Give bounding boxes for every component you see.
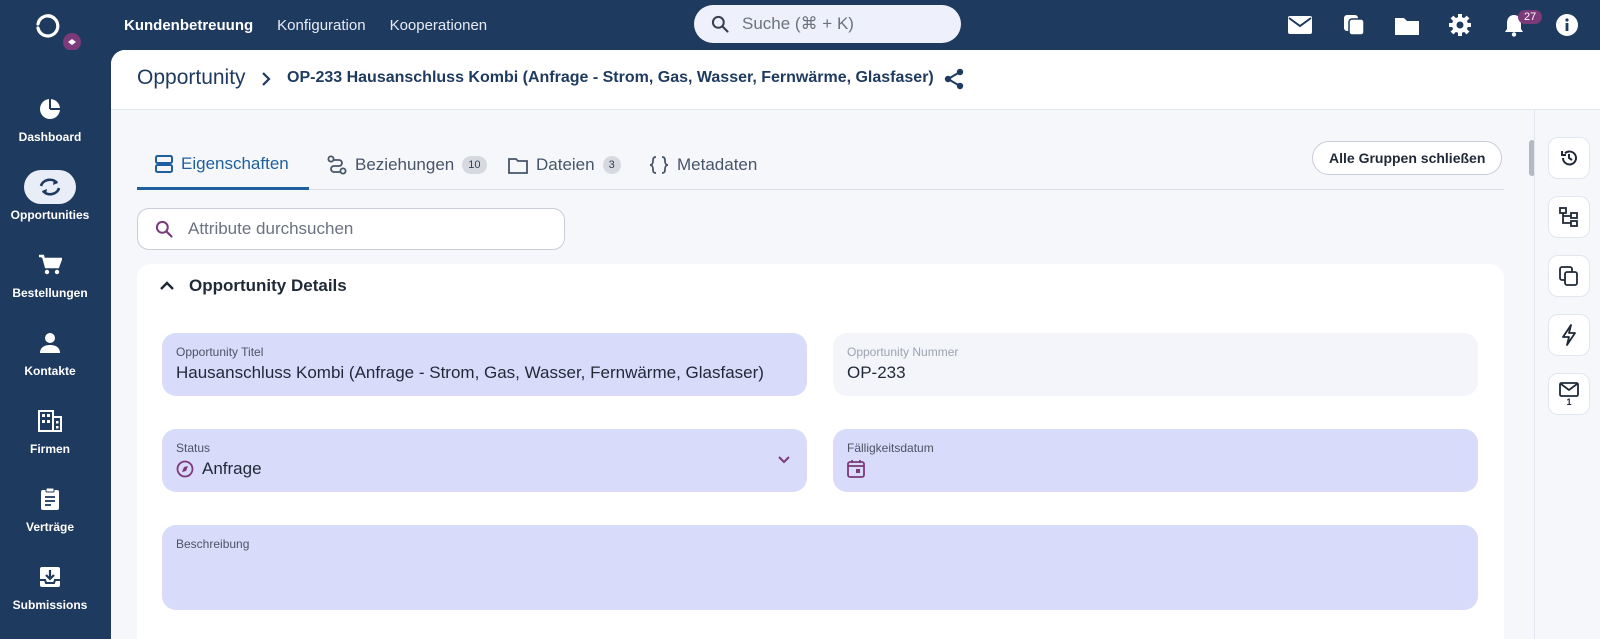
field-label: Opportunity Titel bbox=[176, 345, 264, 359]
group-header[interactable]: Opportunity Details bbox=[159, 276, 347, 296]
left-sidebar: Dashboard Opportunities Bestellungen Kon… bbox=[0, 50, 111, 639]
sidebar-label-bestellungen: Bestellungen bbox=[12, 286, 88, 300]
sync-icon bbox=[39, 178, 61, 196]
field-value-row bbox=[847, 459, 1464, 478]
tab-label-beziehungen: Beziehungen bbox=[355, 155, 455, 174]
copy-icon[interactable] bbox=[1341, 12, 1367, 38]
content-area: Eigenschaften Beziehungen 10 Dateien 3 M… bbox=[111, 110, 1534, 639]
field-value: Hausanschluss Kombi (Anfrage - Strom, Ga… bbox=[176, 363, 764, 382]
compass-icon bbox=[176, 460, 194, 478]
field-value-row: Anfrage bbox=[176, 459, 793, 479]
sidebar-item-kontakte[interactable]: Kontakte bbox=[0, 326, 100, 378]
sidebar-label-kontakte: Kontakte bbox=[24, 364, 76, 378]
messages-button[interactable]: 1 bbox=[1548, 373, 1590, 415]
top-bar: Kundenbetreuung Konfiguration Kooperatio… bbox=[0, 0, 1600, 51]
mail-icon bbox=[1559, 381, 1579, 397]
opportunity-title-field[interactable]: Opportunity Titel Hausanschluss Kombi (A… bbox=[162, 333, 807, 396]
right-rail: 1 bbox=[1534, 110, 1600, 639]
tab-count-beziehungen: 10 bbox=[462, 156, 487, 174]
notification-count-badge: 27 bbox=[1518, 10, 1543, 24]
breadcrumb: Opportunity OP-233 Hausanschluss Kombi (… bbox=[111, 50, 1600, 110]
sidebar-item-submissions[interactable]: Submissions bbox=[0, 560, 100, 612]
folder-outline-icon bbox=[508, 158, 528, 174]
sidebar-item-dashboard[interactable]: Dashboard bbox=[0, 92, 100, 144]
search-icon bbox=[711, 15, 729, 33]
share-icon[interactable] bbox=[943, 68, 965, 90]
close-all-groups-button[interactable]: Alle Gruppen schließen bbox=[1312, 141, 1503, 175]
copy-icon bbox=[1559, 266, 1578, 286]
global-search-placeholder: Suche (⌘ + K) bbox=[742, 14, 854, 33]
pie-chart-icon bbox=[40, 99, 60, 119]
page-title: OP-233 Hausanschluss Kombi (Anfrage - St… bbox=[287, 69, 934, 86]
search-icon bbox=[155, 220, 173, 238]
field-label: Fälligkeitsdatum bbox=[847, 441, 934, 455]
tab-metadaten[interactable]: Metadaten bbox=[649, 140, 757, 190]
inbox-download-icon bbox=[40, 567, 60, 587]
top-navigation: Kundenbetreuung Konfiguration Kooperatio… bbox=[124, 0, 487, 50]
topnav-item-kundenbetreuung[interactable]: Kundenbetreuung bbox=[124, 17, 253, 34]
chevron-right-icon bbox=[262, 72, 271, 86]
group-title: Opportunity Details bbox=[189, 276, 347, 295]
lightning-icon bbox=[1562, 324, 1576, 346]
hierarchy-button[interactable] bbox=[1548, 196, 1590, 238]
field-label: Opportunity Nummer bbox=[847, 345, 959, 359]
tab-label-dateien: Dateien bbox=[536, 155, 595, 174]
logo-icon bbox=[36, 14, 81, 51]
app-logo[interactable] bbox=[34, 12, 82, 54]
opportunity-number-field: Opportunity Nummer OP-233 bbox=[833, 333, 1478, 396]
sidebar-item-bestellungen[interactable]: Bestellungen bbox=[0, 248, 100, 300]
info-icon[interactable] bbox=[1554, 12, 1580, 38]
person-icon bbox=[40, 333, 60, 353]
group-card-opportunity-details: Opportunity Details Opportunity Titel Ha… bbox=[137, 264, 1504, 639]
field-value: OP-233 bbox=[847, 363, 906, 382]
description-field[interactable]: Beschreibung bbox=[162, 525, 1478, 610]
tab-label-metadaten: Metadaten bbox=[677, 155, 758, 174]
status-value: Anfrage bbox=[202, 459, 262, 478]
chevron-up-icon bbox=[160, 281, 174, 290]
copy-button[interactable] bbox=[1548, 255, 1590, 297]
sidebar-label-dashboard: Dashboard bbox=[18, 130, 82, 144]
sidebar-item-opportunities[interactable]: Opportunities bbox=[0, 170, 100, 222]
tab-beziehungen[interactable]: Beziehungen 10 bbox=[327, 140, 487, 190]
attribute-search-placeholder: Attribute durchsuchen bbox=[188, 219, 354, 238]
gear-icon[interactable] bbox=[1447, 12, 1473, 38]
hierarchy-icon bbox=[1559, 207, 1578, 227]
relations-icon bbox=[327, 155, 347, 175]
breadcrumb-root-link[interactable]: Opportunity bbox=[137, 66, 246, 90]
global-search-input[interactable]: Suche (⌘ + K) bbox=[694, 5, 961, 43]
sidebar-label-vertraege: Verträge bbox=[25, 520, 75, 534]
tab-count-dateien: 3 bbox=[602, 156, 621, 174]
braces-icon bbox=[649, 156, 669, 174]
messages-count: 1 bbox=[1566, 396, 1572, 407]
sidebar-label-firmen: Firmen bbox=[29, 442, 70, 456]
calendar-icon[interactable] bbox=[847, 459, 865, 478]
layers-list-icon bbox=[155, 154, 173, 173]
clipboard-icon bbox=[41, 487, 59, 510]
sidebar-item-firmen[interactable]: Firmen bbox=[0, 404, 100, 456]
cart-icon bbox=[39, 254, 62, 275]
status-select[interactable]: Status Anfrage bbox=[162, 429, 807, 492]
history-icon bbox=[1561, 150, 1577, 166]
tab-label-eigenschaften: Eigenschaften bbox=[181, 153, 289, 173]
folder-icon[interactable] bbox=[1394, 12, 1420, 38]
chevron-down-icon[interactable] bbox=[777, 455, 791, 465]
due-date-field[interactable]: Fälligkeitsdatum bbox=[833, 429, 1478, 492]
sidebar-item-vertraege[interactable]: Verträge bbox=[0, 482, 100, 534]
field-label: Beschreibung bbox=[176, 537, 250, 551]
mail-icon[interactable] bbox=[1287, 12, 1313, 38]
tab-dateien[interactable]: Dateien 3 bbox=[508, 140, 621, 190]
tab-eigenschaften[interactable]: Eigenschaften bbox=[137, 140, 309, 190]
history-button[interactable] bbox=[1548, 137, 1590, 179]
main-panel: Opportunity OP-233 Hausanschluss Kombi (… bbox=[111, 50, 1600, 639]
attribute-search-input[interactable]: Attribute durchsuchen bbox=[137, 208, 565, 250]
field-label: Status bbox=[176, 441, 211, 455]
building-icon bbox=[38, 410, 62, 432]
automation-button[interactable] bbox=[1548, 314, 1590, 356]
topnav-item-kooperationen[interactable]: Kooperationen bbox=[390, 17, 488, 34]
tab-bar: Eigenschaften Beziehungen 10 Dateien 3 M… bbox=[137, 140, 1504, 190]
sidebar-label-opportunities: Opportunities bbox=[10, 208, 90, 222]
sidebar-label-submissions: Submissions bbox=[12, 598, 88, 612]
topnav-item-konfiguration[interactable]: Konfiguration bbox=[277, 17, 365, 34]
